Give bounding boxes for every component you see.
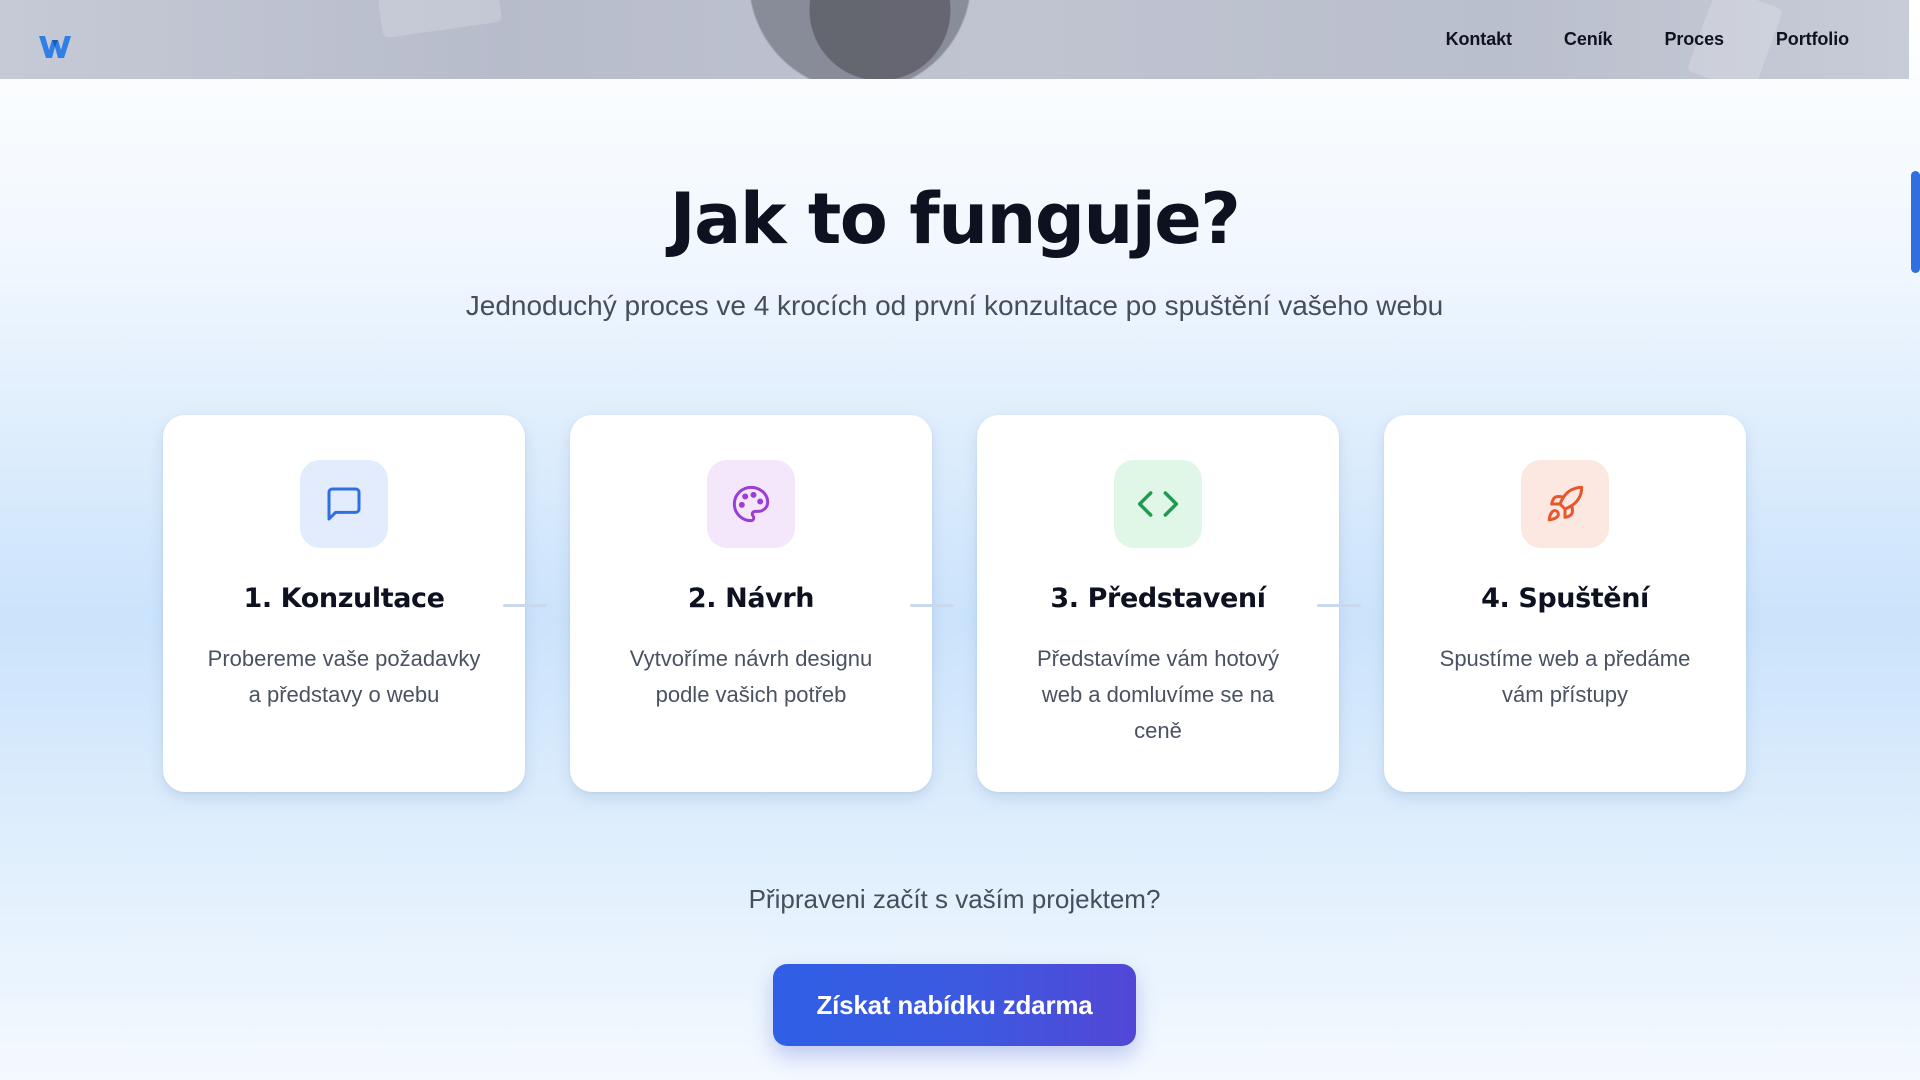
step-title: 1. Konzultace: [243, 583, 445, 614]
step-icon-box: [1521, 460, 1609, 548]
section-subtitle: Jednoduchý proces ve 4 krocích od první …: [465, 290, 1444, 321]
rocket-icon: [1547, 485, 1584, 522]
step-card-konzultace: 1. Konzultace Probereme vaše požadavky a…: [163, 415, 525, 792]
cta-question: Připraveni začít s vaším projektem?: [748, 884, 1161, 914]
site-header: Kontakt Ceník Proces Portfolio: [0, 0, 1909, 79]
background-photo: [377, 0, 503, 39]
section-title: Jak to funguje?: [669, 178, 1241, 260]
nav-link-kontakt[interactable]: Kontakt: [1446, 29, 1512, 50]
step-card-navrh: 2. Návrh Vytvoříme návrh designu podle v…: [570, 415, 932, 792]
nav-link-portfolio[interactable]: Portfolio: [1776, 29, 1849, 50]
main-nav: Kontakt Ceník Proces Portfolio: [1446, 0, 1849, 79]
step-description: Vytvoříme návrh designu podle vašich pot…: [629, 646, 873, 707]
step-connector: [1317, 604, 1361, 607]
step-connector: [503, 604, 547, 607]
step-description: Představíme vám hotový web a domluvíme s…: [1036, 646, 1280, 743]
scrollbar-thumb[interactable]: [1911, 171, 1920, 273]
step-title: 4. Spuštění: [1481, 583, 1649, 614]
nav-link-cenik[interactable]: Ceník: [1564, 29, 1613, 50]
get-free-offer-button[interactable]: Získat nabídku zdarma: [773, 964, 1136, 1046]
step-description: Spustíme web a předáme vám přístupy: [1439, 646, 1691, 707]
step-title: 3. Představení: [1050, 583, 1266, 614]
step-card-spusteni: 4. Spuštění Spustíme web a předáme vám p…: [1384, 415, 1746, 792]
logo-w-icon: [39, 36, 71, 58]
code-icon: [1137, 491, 1179, 517]
palette-icon: [732, 485, 770, 523]
step-icon-box: [707, 460, 795, 548]
step-connector: [910, 604, 954, 607]
step-title: 2. Návrh: [687, 583, 815, 614]
step-description: Probereme vaše požadavky a představy o w…: [207, 646, 481, 707]
step-icon-box: [1114, 460, 1202, 548]
step-icon-box: [300, 460, 388, 548]
page-scrollbar[interactable]: [1909, 79, 1920, 1080]
step-card-predstaveni: 3. Představení Představíme vám hotový we…: [977, 415, 1339, 792]
message-square-icon: [327, 487, 361, 521]
nav-link-proces[interactable]: Proces: [1664, 29, 1724, 50]
logo[interactable]: [36, 30, 74, 64]
